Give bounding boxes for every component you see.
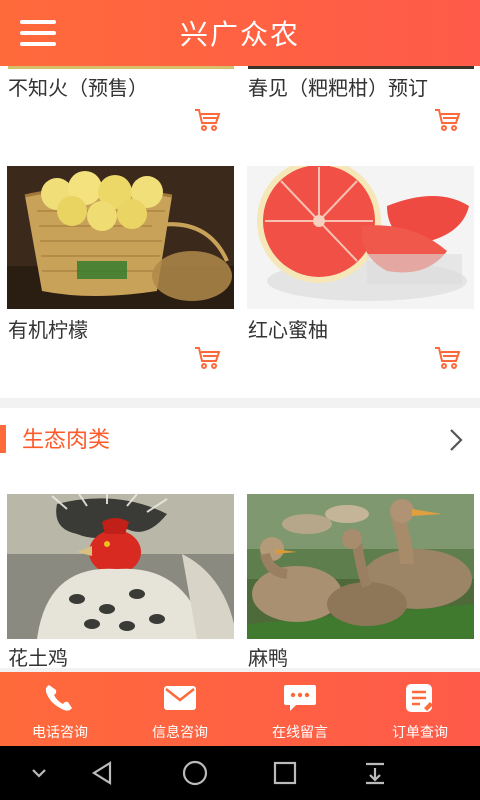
product-name: 花土鸡 bbox=[8, 646, 68, 670]
product-row: 花土鸡 麻鸭 bbox=[0, 478, 480, 670]
lemon-image[interactable] bbox=[7, 166, 234, 309]
chevron-down-icon[interactable] bbox=[24, 758, 54, 788]
phone-icon bbox=[45, 685, 72, 711]
main-content[interactable]: 不知火（预售） 春见（粑粑柑）预订 有机柠檬 红心蜜柚 生态肉类 花土鸡 麻鸭 bbox=[0, 66, 480, 672]
cart-icon[interactable] bbox=[194, 108, 222, 132]
section-accent-bar bbox=[0, 425, 6, 453]
product-name: 春见（粑粑柑）预订 bbox=[248, 76, 428, 100]
rooster-image[interactable] bbox=[7, 494, 234, 639]
page-title: 兴广众农 bbox=[179, 18, 300, 51]
tab-order-query[interactable]: 订单查询 bbox=[360, 672, 480, 746]
tab-label: 订单查询 bbox=[392, 725, 448, 741]
tab-label: 信息咨询 bbox=[152, 725, 208, 741]
cart-icon[interactable] bbox=[434, 346, 462, 370]
notification-pull-icon[interactable] bbox=[360, 758, 390, 788]
product-image bbox=[248, 66, 474, 69]
grapefruit-image[interactable] bbox=[247, 166, 474, 309]
tab-online-message[interactable]: 在线留言 bbox=[240, 672, 360, 746]
system-nav-bar bbox=[0, 746, 480, 800]
cart-icon[interactable] bbox=[194, 346, 222, 370]
product-card[interactable]: 不知火（预售） bbox=[0, 66, 240, 156]
order-list-icon bbox=[406, 684, 433, 712]
product-card[interactable]: 红心蜜柚 bbox=[240, 156, 480, 398]
bottom-tab-bar: 电话咨询 信息咨询 在线留言 订单查询 bbox=[0, 672, 480, 746]
mail-icon bbox=[164, 686, 196, 710]
menu-icon[interactable] bbox=[20, 18, 56, 48]
product-name: 有机柠檬 bbox=[8, 318, 88, 342]
tab-info-consult[interactable]: 信息咨询 bbox=[120, 672, 240, 746]
product-card[interactable]: 花土鸡 bbox=[0, 478, 240, 670]
product-name: 红心蜜柚 bbox=[248, 318, 328, 342]
product-row: 有机柠檬 红心蜜柚 bbox=[0, 156, 480, 398]
product-name: 麻鸭 bbox=[248, 646, 288, 670]
product-card[interactable]: 有机柠檬 bbox=[0, 156, 240, 398]
meat-section-header[interactable]: 生态肉类 bbox=[0, 408, 480, 478]
cart-icon[interactable] bbox=[434, 108, 462, 132]
section-divider bbox=[0, 398, 480, 408]
back-icon[interactable] bbox=[88, 758, 118, 788]
recent-apps-icon[interactable] bbox=[270, 758, 300, 788]
tab-phone-consult[interactable]: 电话咨询 bbox=[0, 672, 120, 746]
product-row: 不知火（预售） 春见（粑粑柑）预订 bbox=[0, 66, 480, 156]
chevron-right-icon[interactable] bbox=[446, 426, 466, 454]
product-image bbox=[8, 66, 234, 69]
product-name: 不知火（预售） bbox=[8, 76, 148, 100]
tab-label: 电话咨询 bbox=[32, 725, 88, 741]
duck-image[interactable] bbox=[247, 494, 474, 639]
tab-label: 在线留言 bbox=[272, 725, 328, 741]
product-card[interactable]: 春见（粑粑柑）预订 bbox=[240, 66, 480, 156]
home-icon[interactable] bbox=[180, 758, 210, 788]
chat-bubble-icon bbox=[284, 685, 316, 711]
section-title: 生态肉类 bbox=[22, 428, 111, 453]
app-header: 兴广众农 bbox=[0, 0, 480, 66]
product-card[interactable]: 麻鸭 bbox=[240, 478, 480, 670]
